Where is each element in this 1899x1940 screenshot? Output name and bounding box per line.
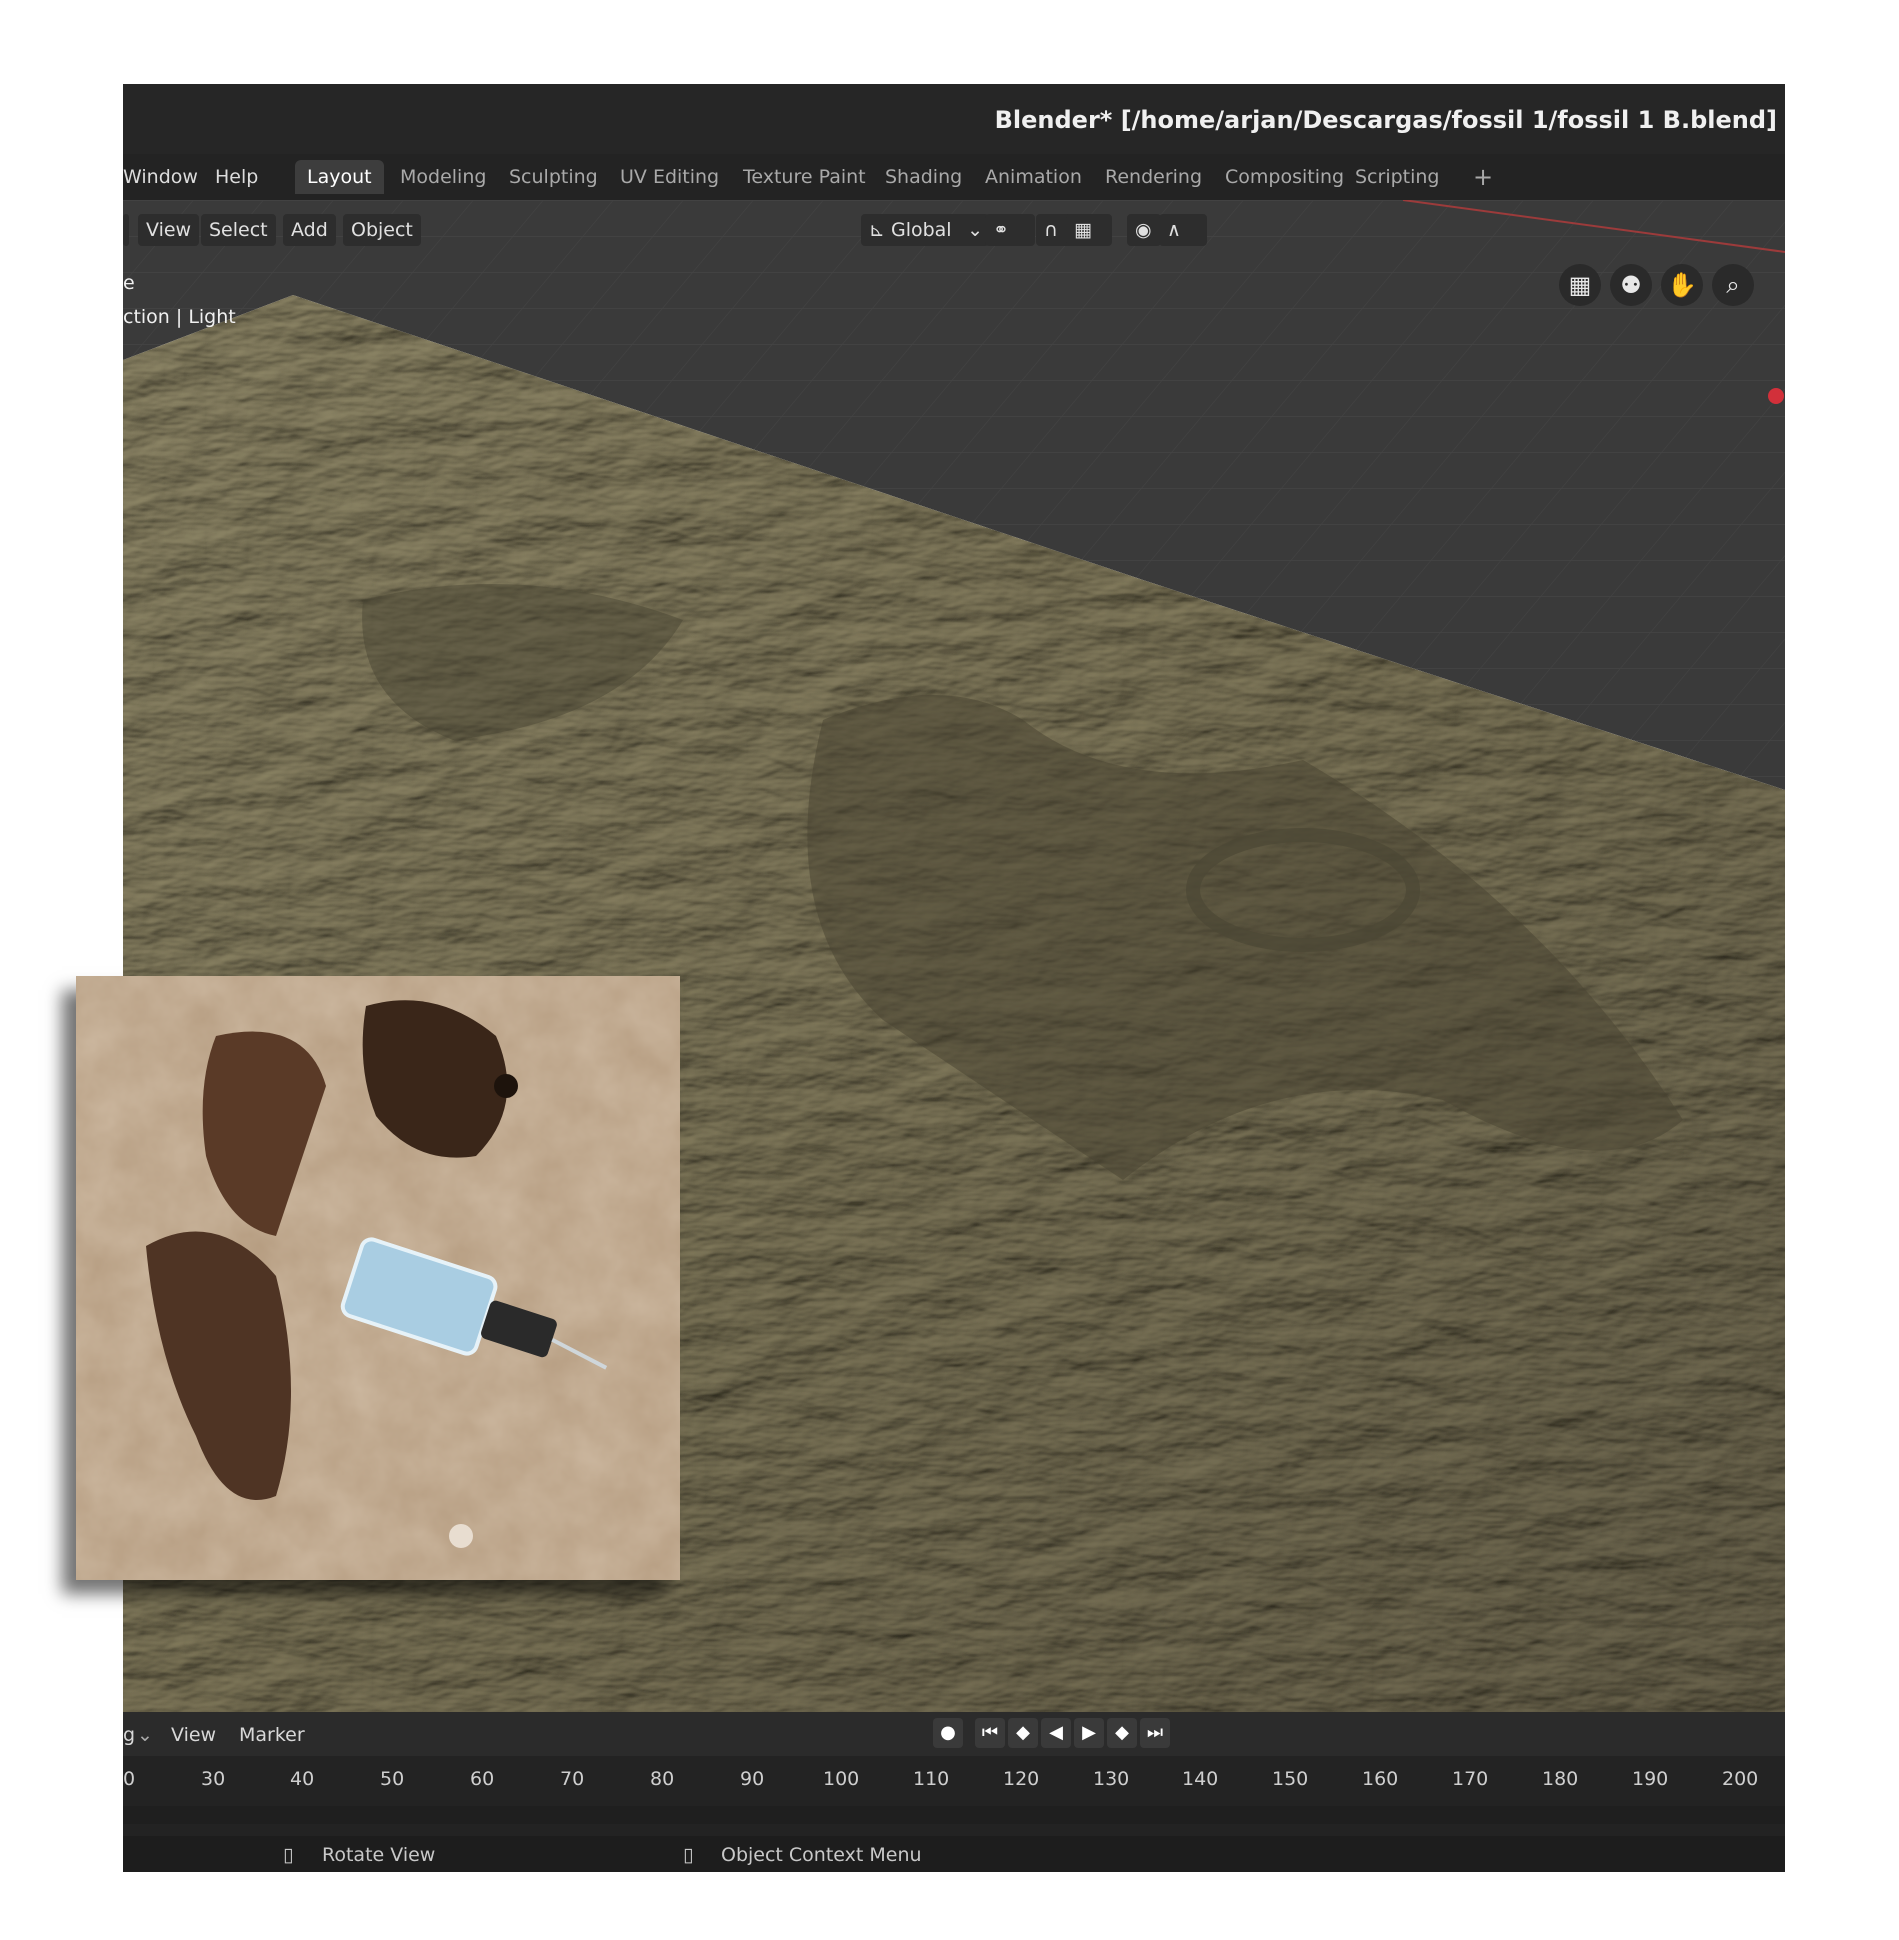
next-keyframe-button[interactable]: ◆ (1107, 1718, 1137, 1748)
viewport-menu-object[interactable]: Object (343, 214, 421, 246)
timeline-header: g ⌄ View Marker ● ⏮ ◆ ◀ ▶ ◆ ⏭ (123, 1712, 1785, 1756)
viewport-info-line-2: ction | Light (123, 306, 236, 328)
magnet-icon: ∩ (1044, 219, 1058, 241)
title-bar: Blender* [/home/arjan/Descargas/fossil 1… (123, 84, 1785, 154)
tab-layout[interactable]: Layout (295, 160, 384, 194)
transform-orientation-select[interactable]: ⊾ Global ⌄ (861, 214, 989, 246)
link-icon: ⚭ (993, 219, 1009, 241)
mouse-left-icon: ▯ (283, 1844, 294, 1866)
window-title: Blender* [/home/arjan/Descargas/fossil 1… (994, 106, 1777, 134)
orientation-axes-icon: ⊾ (869, 219, 885, 241)
frame-label: 50 (380, 1768, 405, 1790)
menu-bar: Window Help Layout Modeling Sculpting UV… (123, 154, 1785, 200)
status-context-menu: Object Context Menu (721, 1844, 922, 1866)
viewport-menu-add[interactable]: Add (283, 214, 336, 246)
tab-animation[interactable]: Animation (973, 160, 1094, 194)
frame-label: 160 (1362, 1768, 1399, 1790)
frame-label: 30 (201, 1768, 226, 1790)
jump-end-button[interactable]: ⏭ (1140, 1718, 1170, 1748)
record-button[interactable]: ● (933, 1718, 963, 1748)
tab-sculpting[interactable]: Sculpting (497, 160, 610, 194)
tab-texture-paint[interactable]: Texture Paint (731, 160, 878, 194)
frame-label: 200 (1722, 1768, 1759, 1790)
timeline-editor: g ⌄ View Marker ● ⏮ ◆ ◀ ▶ ◆ ⏭ 0 30 40 50… (123, 1712, 1785, 1836)
tab-uv-editing[interactable]: UV Editing (608, 160, 731, 194)
timeline-mode-select[interactable]: g (123, 1724, 135, 1746)
tab-scripting[interactable]: Scripting (1343, 160, 1452, 194)
grid-view-icon: ▦ (1568, 271, 1592, 299)
play-reverse-button[interactable]: ◀ (1041, 1718, 1071, 1748)
fossil-photo (76, 976, 680, 1580)
fossil-eye (494, 1074, 518, 1098)
camera-view-button[interactable]: ⚉ (1610, 264, 1652, 306)
tab-modeling[interactable]: Modeling (388, 160, 498, 194)
timeline-menu-view[interactable]: View (171, 1724, 216, 1746)
menu-window[interactable]: Window (123, 166, 198, 188)
play-reverse-icon: ◀ (1049, 1722, 1063, 1743)
hand-pan-icon: ✋ (1667, 271, 1697, 299)
snap-target-button[interactable]: ▦ (1066, 214, 1112, 246)
frame-label: 90 (740, 1768, 765, 1790)
status-rotate-view: Rotate View (322, 1844, 436, 1866)
frame-label: 110 (913, 1768, 950, 1790)
toggle-camera-view-button[interactable]: ▦ (1559, 264, 1601, 306)
zoom-icon: ⌕ (1726, 271, 1740, 299)
status-bar: ▯ Rotate View ▯ Object Context Menu (123, 1836, 1785, 1872)
frame-label: 70 (560, 1768, 585, 1790)
frame-label: 180 (1542, 1768, 1579, 1790)
proportional-circle-icon: ◉ (1135, 219, 1152, 241)
frame-label: 130 (1093, 1768, 1130, 1790)
frame-label: 150 (1272, 1768, 1309, 1790)
tab-compositing[interactable]: Compositing (1213, 160, 1356, 194)
frame-label: 80 (650, 1768, 675, 1790)
chevron-down-icon: ⌄ (967, 219, 983, 241)
camera-icon: ⚉ (1620, 271, 1642, 299)
frame-label: 0 (123, 1768, 136, 1790)
prev-keyframe-button[interactable]: ◆ (1008, 1718, 1038, 1748)
frame-label: 40 (290, 1768, 315, 1790)
tab-shading[interactable]: Shading (873, 160, 974, 194)
falloff-curve-icon: ∧ (1167, 219, 1181, 241)
tab-rendering[interactable]: Rendering (1093, 160, 1214, 194)
jump-start-button[interactable]: ⏮ (975, 1718, 1005, 1748)
fossil-photo-image (76, 976, 680, 1580)
jump-start-icon: ⏮ (981, 1722, 999, 1743)
frame-label: 100 (823, 1768, 860, 1790)
proportional-edit-toggle[interactable]: ◉ (1127, 214, 1161, 246)
chevron-down-icon: ⌄ (137, 1724, 153, 1746)
play-icon: ▶ (1082, 1722, 1096, 1743)
frame-label: 170 (1452, 1768, 1489, 1790)
record-icon: ● (940, 1722, 956, 1743)
pivot-point-button[interactable]: ⚭ (985, 214, 1035, 246)
orientation-label: Global (890, 219, 952, 241)
frame-label: 140 (1182, 1768, 1219, 1790)
jump-end-icon: ⏭ (1146, 1722, 1164, 1743)
frame-label: 190 (1632, 1768, 1669, 1790)
viewport-info-line-1: e (123, 272, 135, 294)
mouse-right-icon: ▯ (683, 1844, 694, 1866)
pan-view-button[interactable]: ✋ (1661, 264, 1703, 306)
frame-label: 120 (1003, 1768, 1040, 1790)
axis-dot (1768, 388, 1784, 404)
proportional-falloff-button[interactable]: ∧ (1159, 214, 1207, 246)
plus-icon: + (1473, 163, 1494, 191)
viewport-menu-select[interactable]: Select (201, 214, 276, 246)
snap-increment-icon: ▦ (1074, 219, 1092, 241)
play-button[interactable]: ▶ (1074, 1718, 1104, 1748)
menu-help[interactable]: Help (215, 166, 258, 188)
timeline-ruler[interactable] (123, 1806, 1785, 1824)
timeline-menu-marker[interactable]: Marker (239, 1724, 305, 1746)
zoom-view-button[interactable]: ⌕ (1712, 264, 1754, 306)
next-keyframe-icon: ◆ (1115, 1722, 1129, 1743)
prev-keyframe-icon: ◆ (1016, 1722, 1030, 1743)
add-workspace-button[interactable]: + (1461, 160, 1505, 194)
frame-label: 60 (470, 1768, 495, 1790)
viewport-menu-view[interactable]: View (138, 214, 200, 246)
small-pebble (449, 1524, 473, 1548)
